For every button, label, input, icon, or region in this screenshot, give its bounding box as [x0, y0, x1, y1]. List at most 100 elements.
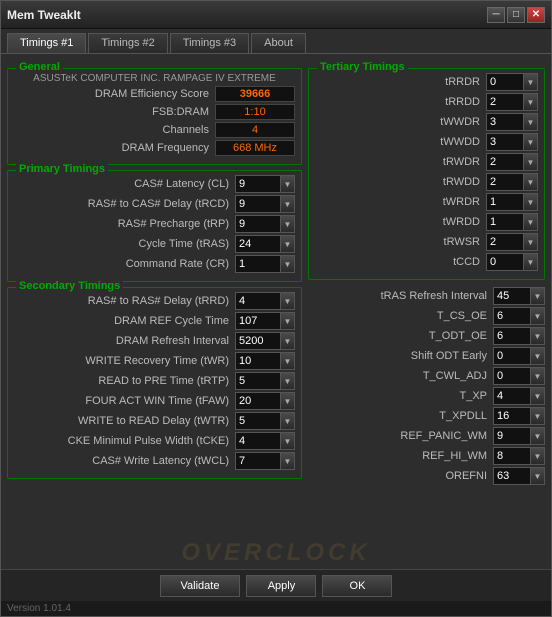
tertiary-arrow-2[interactable]: ▼: [524, 113, 538, 131]
secondary-input-8[interactable]: [235, 452, 281, 470]
extra-input-2[interactable]: [493, 327, 531, 345]
extra-arrow-4[interactable]: ▼: [531, 367, 545, 385]
primary-input-4[interactable]: [235, 255, 281, 273]
secondary-input-2[interactable]: [235, 332, 281, 350]
tertiary-arrow-7[interactable]: ▼: [524, 213, 538, 231]
extra-input-8[interactable]: [493, 447, 531, 465]
extra-arrow-1[interactable]: ▼: [531, 307, 545, 325]
primary-arrow-2[interactable]: ▼: [281, 215, 295, 233]
tertiary-input-3[interactable]: [486, 133, 524, 151]
minimize-button[interactable]: ─: [487, 7, 505, 23]
primary-arrow-0[interactable]: ▼: [281, 175, 295, 193]
primary-arrow-3[interactable]: ▼: [281, 235, 295, 253]
tab-timings1[interactable]: Timings #1: [7, 33, 86, 53]
tertiary-arrow-4[interactable]: ▼: [524, 153, 538, 171]
extra-input-4[interactable]: [493, 367, 531, 385]
validate-button[interactable]: Validate: [160, 575, 241, 597]
tertiary-arrow-9[interactable]: ▼: [524, 253, 538, 271]
tertiary-control-8: ▼: [486, 233, 538, 251]
tertiary-arrow-5[interactable]: ▼: [524, 173, 538, 191]
primary-label: Primary Timings: [16, 163, 108, 175]
tertiary-arrow-8[interactable]: ▼: [524, 233, 538, 251]
tertiary-row-3: tWWDD ▼: [315, 133, 538, 151]
extra-arrow-0[interactable]: ▼: [531, 287, 545, 305]
secondary-row-0: RAS# to RAS# Delay (tRRD) ▼: [14, 292, 295, 310]
extra-input-3[interactable]: [493, 347, 531, 365]
tertiary-input-2[interactable]: [486, 113, 524, 131]
tertiary-input-7[interactable]: [486, 213, 524, 231]
tertiary-input-6[interactable]: [486, 193, 524, 211]
extra-input-0[interactable]: [493, 287, 531, 305]
extra-arrow-8[interactable]: ▼: [531, 447, 545, 465]
secondary-label: Secondary Timings: [16, 280, 123, 292]
tab-timings2[interactable]: Timings #2: [88, 33, 167, 53]
secondary-arrow-4[interactable]: ▼: [281, 372, 295, 390]
ok-button[interactable]: OK: [322, 575, 392, 597]
tertiary-control-2: ▼: [486, 113, 538, 131]
primary-arrow-1[interactable]: ▼: [281, 195, 295, 213]
secondary-arrow-2[interactable]: ▼: [281, 332, 295, 350]
extra-control-5: ▼: [493, 387, 545, 405]
extra-label-0: tRAS Refresh Interval: [308, 290, 493, 302]
version-bar: Version 1.01.4: [1, 601, 551, 616]
extra-arrow-9[interactable]: ▼: [531, 467, 545, 485]
secondary-input-4[interactable]: [235, 372, 281, 390]
secondary-arrow-0[interactable]: ▼: [281, 292, 295, 310]
secondary-arrow-1[interactable]: ▼: [281, 312, 295, 330]
tertiary-input-1[interactable]: [486, 93, 524, 111]
extra-input-5[interactable]: [493, 387, 531, 405]
channels-label: Channels: [14, 124, 215, 136]
tertiary-input-5[interactable]: [486, 173, 524, 191]
tertiary-row-0: tRRDR ▼: [315, 73, 538, 91]
extra-input-9[interactable]: [493, 467, 531, 485]
secondary-input-1[interactable]: [235, 312, 281, 330]
apply-button[interactable]: Apply: [246, 575, 316, 597]
tertiary-label-2: tWWDR: [315, 116, 486, 128]
tertiary-input-9[interactable]: [486, 253, 524, 271]
secondary-input-7[interactable]: [235, 432, 281, 450]
primary-row-0: CAS# Latency (CL) ▼: [14, 175, 295, 193]
close-button[interactable]: ✕: [527, 7, 545, 23]
extra-input-1[interactable]: [493, 307, 531, 325]
primary-input-2[interactable]: [235, 215, 281, 233]
secondary-arrow-8[interactable]: ▼: [281, 452, 295, 470]
tertiary-arrow-3[interactable]: ▼: [524, 133, 538, 151]
secondary-input-0[interactable]: [235, 292, 281, 310]
secondary-arrow-7[interactable]: ▼: [281, 432, 295, 450]
maximize-button[interactable]: □: [507, 7, 525, 23]
primary-input-3[interactable]: [235, 235, 281, 253]
extra-arrow-2[interactable]: ▼: [531, 327, 545, 345]
extra-row-4: T_CWL_ADJ ▼: [308, 367, 545, 385]
secondary-input-5[interactable]: [235, 392, 281, 410]
extra-label-8: REF_HI_WM: [308, 450, 493, 462]
extra-input-6[interactable]: [493, 407, 531, 425]
tab-timings3[interactable]: Timings #3: [170, 33, 249, 53]
main-area: General ASUSTeK COMPUTER INC. RAMPAGE IV…: [7, 60, 545, 531]
secondary-arrow-6[interactable]: ▼: [281, 412, 295, 430]
tertiary-arrow-6[interactable]: ▼: [524, 193, 538, 211]
extra-input-7[interactable]: [493, 427, 531, 445]
extra-arrow-7[interactable]: ▼: [531, 427, 545, 445]
tertiary-input-0[interactable]: [486, 73, 524, 91]
extra-control-0: ▼: [493, 287, 545, 305]
primary-label-0: CAS# Latency (CL): [14, 178, 235, 190]
extra-arrow-3[interactable]: ▼: [531, 347, 545, 365]
tab-about[interactable]: About: [251, 33, 306, 53]
secondary-input-6[interactable]: [235, 412, 281, 430]
extra-arrow-6[interactable]: ▼: [531, 407, 545, 425]
secondary-arrow-5[interactable]: ▼: [281, 392, 295, 410]
tertiary-input-8[interactable]: [486, 233, 524, 251]
content-area: General ASUSTeK COMPUTER INC. RAMPAGE IV…: [1, 54, 551, 537]
primary-arrow-4[interactable]: ▼: [281, 255, 295, 273]
primary-input-1[interactable]: [235, 195, 281, 213]
tertiary-input-4[interactable]: [486, 153, 524, 171]
tertiary-control-9: ▼: [486, 253, 538, 271]
primary-input-0[interactable]: [235, 175, 281, 193]
tertiary-arrow-0[interactable]: ▼: [524, 73, 538, 91]
tertiary-row-2: tWWDR ▼: [315, 113, 538, 131]
secondary-input-3[interactable]: [235, 352, 281, 370]
secondary-arrow-3[interactable]: ▼: [281, 352, 295, 370]
extra-arrow-5[interactable]: ▼: [531, 387, 545, 405]
tertiary-arrow-1[interactable]: ▼: [524, 93, 538, 111]
primary-control-4: ▼: [235, 255, 295, 273]
